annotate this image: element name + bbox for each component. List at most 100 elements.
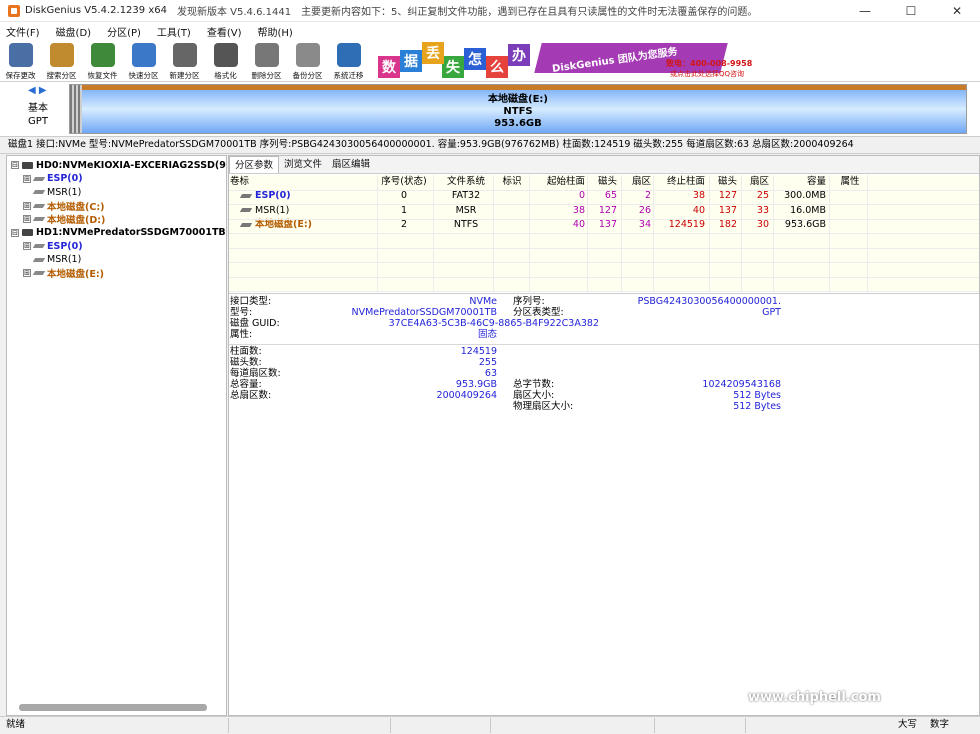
- col-end-cylinder[interactable]: 终止柱面: [653, 175, 705, 189]
- col-end-head[interactable]: 磁头: [709, 175, 737, 189]
- tab-sector-editor[interactable]: 扇区编辑: [327, 156, 375, 173]
- prop-value: 63: [484, 368, 497, 379]
- cell-ss: 26: [638, 204, 651, 216]
- toolbar-button-new-partition[interactable]: 新建分区: [164, 40, 205, 82]
- hard-disk-icon: [22, 161, 33, 169]
- table-grid-line: [229, 204, 979, 205]
- prop-label: 总容量:: [230, 379, 262, 390]
- col-index[interactable]: 序号(状态): [379, 175, 429, 189]
- toolbar-button-magnifier[interactable]: 搜索分区: [41, 40, 82, 82]
- disk-tree-panel: ⊟ HD0:NVMeKIOXIA-EXCERIAG2SSD(932 ⊞ ESP(0) M…: [6, 155, 227, 716]
- prop-label: 序列号:: [513, 296, 545, 307]
- col-capacity[interactable]: 容量: [772, 175, 826, 189]
- menu-view[interactable]: 查看(V): [207, 24, 242, 39]
- tree-expand-icon[interactable]: ⊞: [23, 174, 31, 183]
- menu-partition[interactable]: 分区(P): [107, 24, 141, 39]
- toolbar-button-label: 快速分区: [128, 71, 159, 80]
- menu-disk[interactable]: 磁盘(D): [56, 24, 92, 39]
- banner-qq-link[interactable]: 或点击此处选择QQ咨询: [670, 69, 744, 79]
- tree-expand-icon[interactable]: ⊞: [23, 269, 31, 277]
- toolbar-button-label: 恢复文件: [87, 71, 118, 80]
- prop-label: 接口类型:: [230, 296, 272, 307]
- tree-item-partition[interactable]: ⊞ ESP(0): [23, 239, 83, 253]
- tree-item-partition[interactable]: MSR(1): [23, 253, 81, 267]
- cell-volume: ESP(0): [239, 189, 291, 203]
- caps-lock-indicator: 大写: [898, 719, 918, 730]
- toolbar-button-recover[interactable]: 恢复文件: [82, 40, 123, 82]
- table-grid-line: [229, 189, 979, 191]
- tree-item-partition[interactable]: ⊞ 本地磁盘(C:): [23, 199, 104, 213]
- menu-file[interactable]: 文件(F): [6, 24, 40, 39]
- tab-browse-files[interactable]: 浏览文件: [279, 156, 327, 173]
- tree-horizontal-scrollbar[interactable]: [19, 704, 207, 711]
- tree-item-label: ESP(0): [47, 173, 83, 184]
- menu-tools[interactable]: 工具(T): [157, 24, 191, 39]
- tree-item-disk[interactable]: ⊟ HD1:NVMePredatorSSDGM70001TB(95: [11, 226, 226, 240]
- tree-item-partition[interactable]: ⊞ ESP(0): [23, 172, 83, 186]
- close-button[interactable]: ✕: [934, 0, 980, 22]
- prop-label: 总字节数:: [513, 379, 555, 390]
- cell-attr: [835, 204, 865, 218]
- update-notice-link[interactable]: 发现新版本 V5.4.6.1441: [177, 3, 291, 18]
- col-attribute[interactable]: 属性: [835, 175, 865, 189]
- cell-volume-label: 本地磁盘(E:): [255, 219, 312, 230]
- toolbar-button-quick-partition[interactable]: 快速分区: [123, 40, 164, 82]
- col-start-head[interactable]: 磁头: [587, 175, 617, 189]
- minimize-button[interactable]: —: [842, 0, 888, 22]
- cell-idx: 0: [400, 190, 408, 201]
- prop-label: 属性:: [230, 329, 253, 340]
- toolbar-button-format[interactable]: 格式化: [205, 40, 246, 82]
- partition-map-name: 本地磁盘(E:): [488, 94, 548, 105]
- menu-help[interactable]: 帮助(H): [258, 24, 293, 39]
- prop-row-cylinders: 柱面数: 124519: [229, 346, 979, 357]
- num-lock-indicator: 数字: [930, 719, 950, 730]
- prop-value: 2000409264: [436, 390, 497, 401]
- status-divider: [390, 718, 391, 733]
- col-start-sector[interactable]: 扇区: [621, 175, 651, 189]
- toolbar-button-migrate[interactable]: 系统迁移: [328, 40, 369, 82]
- prop-value: 953.9GB: [455, 379, 497, 390]
- table-grid-line: [229, 291, 979, 292]
- prop-value: 37CE4A63-5C3B-46C9-8865-B4F922C3A382: [388, 318, 599, 329]
- prop-value: NVMePredatorSSDGM70001TB: [351, 307, 497, 318]
- prop-label: 磁盘 GUID:: [230, 318, 280, 329]
- col-id[interactable]: 标识: [497, 175, 527, 189]
- tree-item-partition[interactable]: ⊞ 本地磁盘(D:): [23, 212, 105, 226]
- cell-fs: NTFS: [453, 219, 479, 230]
- partition-icon: [32, 217, 46, 221]
- maximize-button[interactable]: ☐: [888, 0, 934, 22]
- tree-expand-icon[interactable]: ⊞: [23, 201, 31, 210]
- tree-expand-icon[interactable]: ⊞: [23, 215, 31, 223]
- tree-collapse-icon[interactable]: ⊟: [11, 161, 19, 169]
- partition-icon: [239, 222, 253, 227]
- status-divider: [228, 718, 229, 733]
- tree-item-disk[interactable]: ⊟ HD0:NVMeKIOXIA-EXCERIAG2SSD(932: [11, 158, 227, 172]
- toolbar: 保存更改 搜索分区 恢复文件 快速分区 新建分区 格式化 删除分区 备份分区 系统迁移 办么怎失丢…: [0, 40, 980, 82]
- cell-cap: 16.0MB: [790, 204, 826, 216]
- tree-collapse-icon[interactable]: ⊟: [11, 228, 19, 237]
- toolbar-button-backup[interactable]: 备份分区: [287, 40, 328, 82]
- prop-row-attribute: 属性: 固态: [229, 329, 979, 340]
- tree-item-partition[interactable]: ⊞ 本地磁盘(E:): [23, 266, 104, 280]
- banner-tile: 么: [486, 56, 508, 78]
- partition-table: 卷标 序号(状态) 文件系统 标识 起始柱面 磁头 扇区 终止柱面 磁头 扇区 …: [229, 175, 979, 292]
- prop-row-interface: 接口类型: NVMe 序列号: PSBG4243030056400000001.: [229, 296, 979, 307]
- prop-label: 分区表类型:: [513, 307, 564, 318]
- col-volume[interactable]: 卷标: [230, 175, 249, 189]
- col-end-sector[interactable]: 扇区: [741, 175, 769, 189]
- tree-expand-icon[interactable]: ⊞: [23, 242, 31, 250]
- col-filesystem[interactable]: 文件系统: [441, 175, 491, 189]
- toolbar-button-trash[interactable]: 删除分区: [246, 40, 287, 82]
- partition-icon: [32, 271, 46, 275]
- partition-icon: [239, 193, 253, 198]
- window-title: DiskGenius V5.4.2.1239 x64: [25, 5, 167, 16]
- partition-map[interactable]: 本地磁盘(E:) NTFS 953.6GB: [69, 84, 967, 134]
- toolbar-button-save[interactable]: 保存更改: [0, 40, 41, 82]
- tab-partition-params[interactable]: 分区参数: [229, 156, 280, 173]
- disk-nav-arrows[interactable]: ◀ ▶: [28, 85, 47, 96]
- tree-item-label: HD0:NVMeKIOXIA-EXCERIAG2SSD(932: [36, 159, 227, 171]
- tree-item-partition[interactable]: MSR(1): [23, 185, 81, 199]
- prop-value: 124519: [460, 346, 497, 357]
- col-start-cylinder[interactable]: 起始柱面: [529, 175, 585, 189]
- promo-banner[interactable]: 办么怎失丢据数 DiskGenius 团队为您服务 致电：400-008-995…: [376, 40, 752, 80]
